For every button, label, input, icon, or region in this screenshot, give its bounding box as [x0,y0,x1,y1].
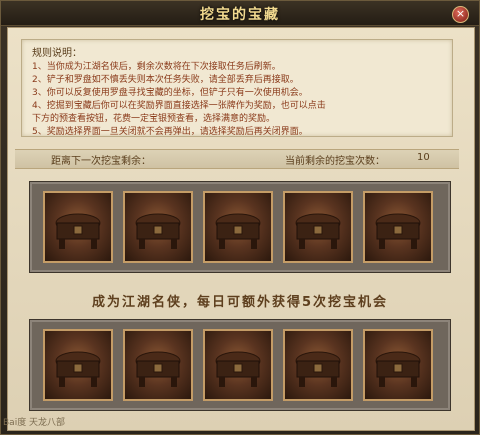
treasure-chest-card[interactable] [203,329,273,401]
chest-icon [55,213,101,249]
rules-heading: 规则说明： [32,48,82,59]
treasure-chest-card[interactable] [283,191,353,263]
chest-icon [375,351,421,387]
chest-icon [375,213,421,249]
chest-row-bottom [29,319,451,411]
treasure-chest-card[interactable] [123,191,193,263]
rule-line: 4、挖掘到宝藏后你可以在奖励界面直接选择一张牌作为奖励，也可以点击 [32,101,326,111]
treasure-chest-card[interactable] [123,329,193,401]
watermark: Bai度 天龙八部 [3,418,66,428]
close-button[interactable]: × [452,6,469,23]
window-title: 挖宝的宝藏 [200,7,280,23]
chest-icon [295,213,341,249]
treasure-chest-card[interactable] [43,329,113,401]
rule-line: 5、奖励选择界面一旦关闭就不会再弹出，请选择奖励后再关闭界面。 [32,127,308,137]
chest-icon [55,351,101,387]
rule-line: 2、铲子和罗盘如不慎丢失则本次任务失败，请全部丢弃后再接取。 [32,75,299,85]
chest-icon [215,213,261,249]
chest-icon [135,351,181,387]
remaining-value: 10 [417,152,430,163]
title-bar[interactable]: 挖宝的宝藏 × [1,1,479,26]
treasure-chest-card[interactable] [283,329,353,401]
treasure-chest-card[interactable] [363,329,433,401]
vip-bonus-banner: 成为江湖名侠，每日可额外获得5次挖宝机会 [91,295,389,310]
treasure-chest-card[interactable] [43,191,113,263]
rule-line: 1、当你成为江湖名侠后，剩余次数将在下次接取任务后刷新。 [32,62,281,72]
rule-line: 3、你可以反复使用罗盘寻找宝藏的坐标，但铲子只有一次使用机会。 [32,88,308,98]
status-bar: 距离下一次挖宝剩余： 当前剩余的挖宝次数： 10 [15,149,459,169]
chest-icon [135,213,181,249]
chest-icon [215,351,261,387]
treasure-chest-card[interactable] [203,191,273,263]
next-dig-label: 距离下一次挖宝剩余： [51,156,151,167]
rules-box: 规则说明： 1、当你成为江湖名侠后，剩余次数将在下次接取任务后刷新。 2、铲子和… [21,39,453,137]
chest-row-top [29,181,451,273]
remaining-label: 当前剩余的挖宝次数： [285,156,385,167]
chest-icon [295,351,341,387]
treasure-chest-card[interactable] [363,191,433,263]
treasure-window: 挖宝的宝藏 × 规则说明： 1、当你成为江湖名侠后，剩余次数将在下次接取任务后刷… [0,0,480,435]
rule-line: 下方的预查看按钮，花费一定宝银预查看，选择满意的奖励。 [32,114,276,124]
